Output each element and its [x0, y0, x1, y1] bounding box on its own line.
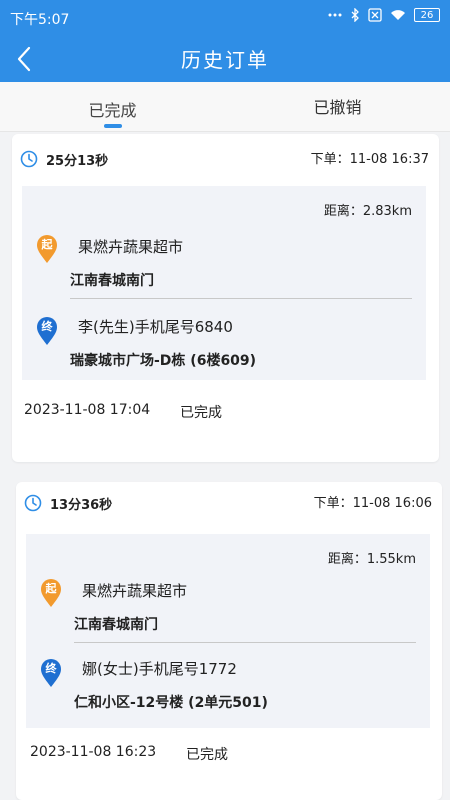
pickup-name: 果燃卉蔬果超市	[82, 582, 188, 600]
clock-icon	[24, 494, 42, 512]
status-icons: 26	[328, 8, 440, 22]
order-status: 已完成	[186, 747, 228, 763]
status-time: 下午5:07	[10, 12, 70, 28]
clock-icon	[20, 150, 38, 168]
sim-off-icon	[368, 8, 382, 22]
tab-completed-label: 已完成	[88, 101, 137, 120]
route-divider	[74, 642, 416, 643]
completed-time: 2023-11-08 17:04	[24, 402, 151, 418]
recipient-address: 仁和小区-12号楼 (2单元501)	[74, 695, 268, 711]
end-pin-label: 终	[45, 662, 57, 675]
order-time: 下单：11-08 16:37	[310, 152, 429, 167]
pickup-address: 江南春城南门	[74, 617, 158, 633]
tab-completed[interactable]: 已完成	[0, 82, 225, 132]
recipient-name: 娜(女士)手机尾号1772	[82, 660, 237, 678]
start-pin-label: 起	[45, 582, 57, 595]
route-divider	[70, 298, 412, 299]
title-bar: 历史订单	[0, 36, 450, 82]
order-card[interactable]: 25分13秒 下单：11-08 16:37 距离：2.83km 起 果燃卉蔬果超…	[12, 134, 439, 462]
bluetooth-icon	[350, 8, 360, 22]
route-box: 距离：1.55km 起 果燃卉蔬果超市 江南春城南门 终 娜(女士)手机尾号17…	[26, 534, 430, 728]
order-status: 已完成	[180, 405, 222, 421]
recipient-name: 李(先生)手机尾号6840	[78, 318, 233, 336]
distance: 距离：1.55km	[327, 552, 416, 567]
recipient-address: 瑞豪城市广场-D栋 (6楼609)	[70, 353, 257, 369]
delivery-duration: 13分36秒	[50, 498, 113, 513]
status-bar: 下午5:07 26	[0, 0, 450, 36]
end-pin-icon: 终	[40, 658, 62, 688]
tab-cancelled-label: 已撤销	[313, 98, 362, 117]
start-pin-icon: 起	[40, 578, 62, 608]
order-card-header: 13分36秒 下单：11-08 16:06	[16, 482, 442, 522]
tab-cancelled[interactable]: 已撤销	[225, 82, 450, 132]
start-pin-label: 起	[41, 238, 53, 251]
start-pin-icon: 起	[36, 234, 58, 264]
battery-level: 26	[420, 9, 434, 21]
route-box: 距离：2.83km 起 果燃卉蔬果超市 江南春城南门 终 李(先生)手机尾号68…	[22, 186, 426, 380]
tab-bar: 已完成 已撤销	[0, 82, 450, 132]
order-time: 下单：11-08 16:06	[313, 496, 432, 511]
page-title: 历史订单	[181, 48, 269, 72]
battery-icon: 26	[414, 8, 440, 22]
end-pin-icon: 终	[36, 316, 58, 346]
distance: 距离：2.83km	[323, 204, 412, 219]
dots-icon	[328, 12, 342, 18]
tab-active-indicator	[103, 124, 122, 128]
pickup-address: 江南春城南门	[70, 273, 154, 289]
delivery-duration: 25分13秒	[46, 154, 109, 169]
wifi-icon	[390, 9, 406, 21]
end-pin-label: 终	[41, 320, 53, 333]
pickup-name: 果燃卉蔬果超市	[78, 238, 184, 256]
order-card-header: 25分13秒 下单：11-08 16:37	[12, 134, 439, 174]
completed-time: 2023-11-08 16:23	[30, 744, 157, 760]
app-header: 下午5:07 26 历史订单	[0, 0, 450, 82]
order-card[interactable]: 13分36秒 下单：11-08 16:06 距离：1.55km 起 果燃卉蔬果超…	[16, 482, 442, 800]
